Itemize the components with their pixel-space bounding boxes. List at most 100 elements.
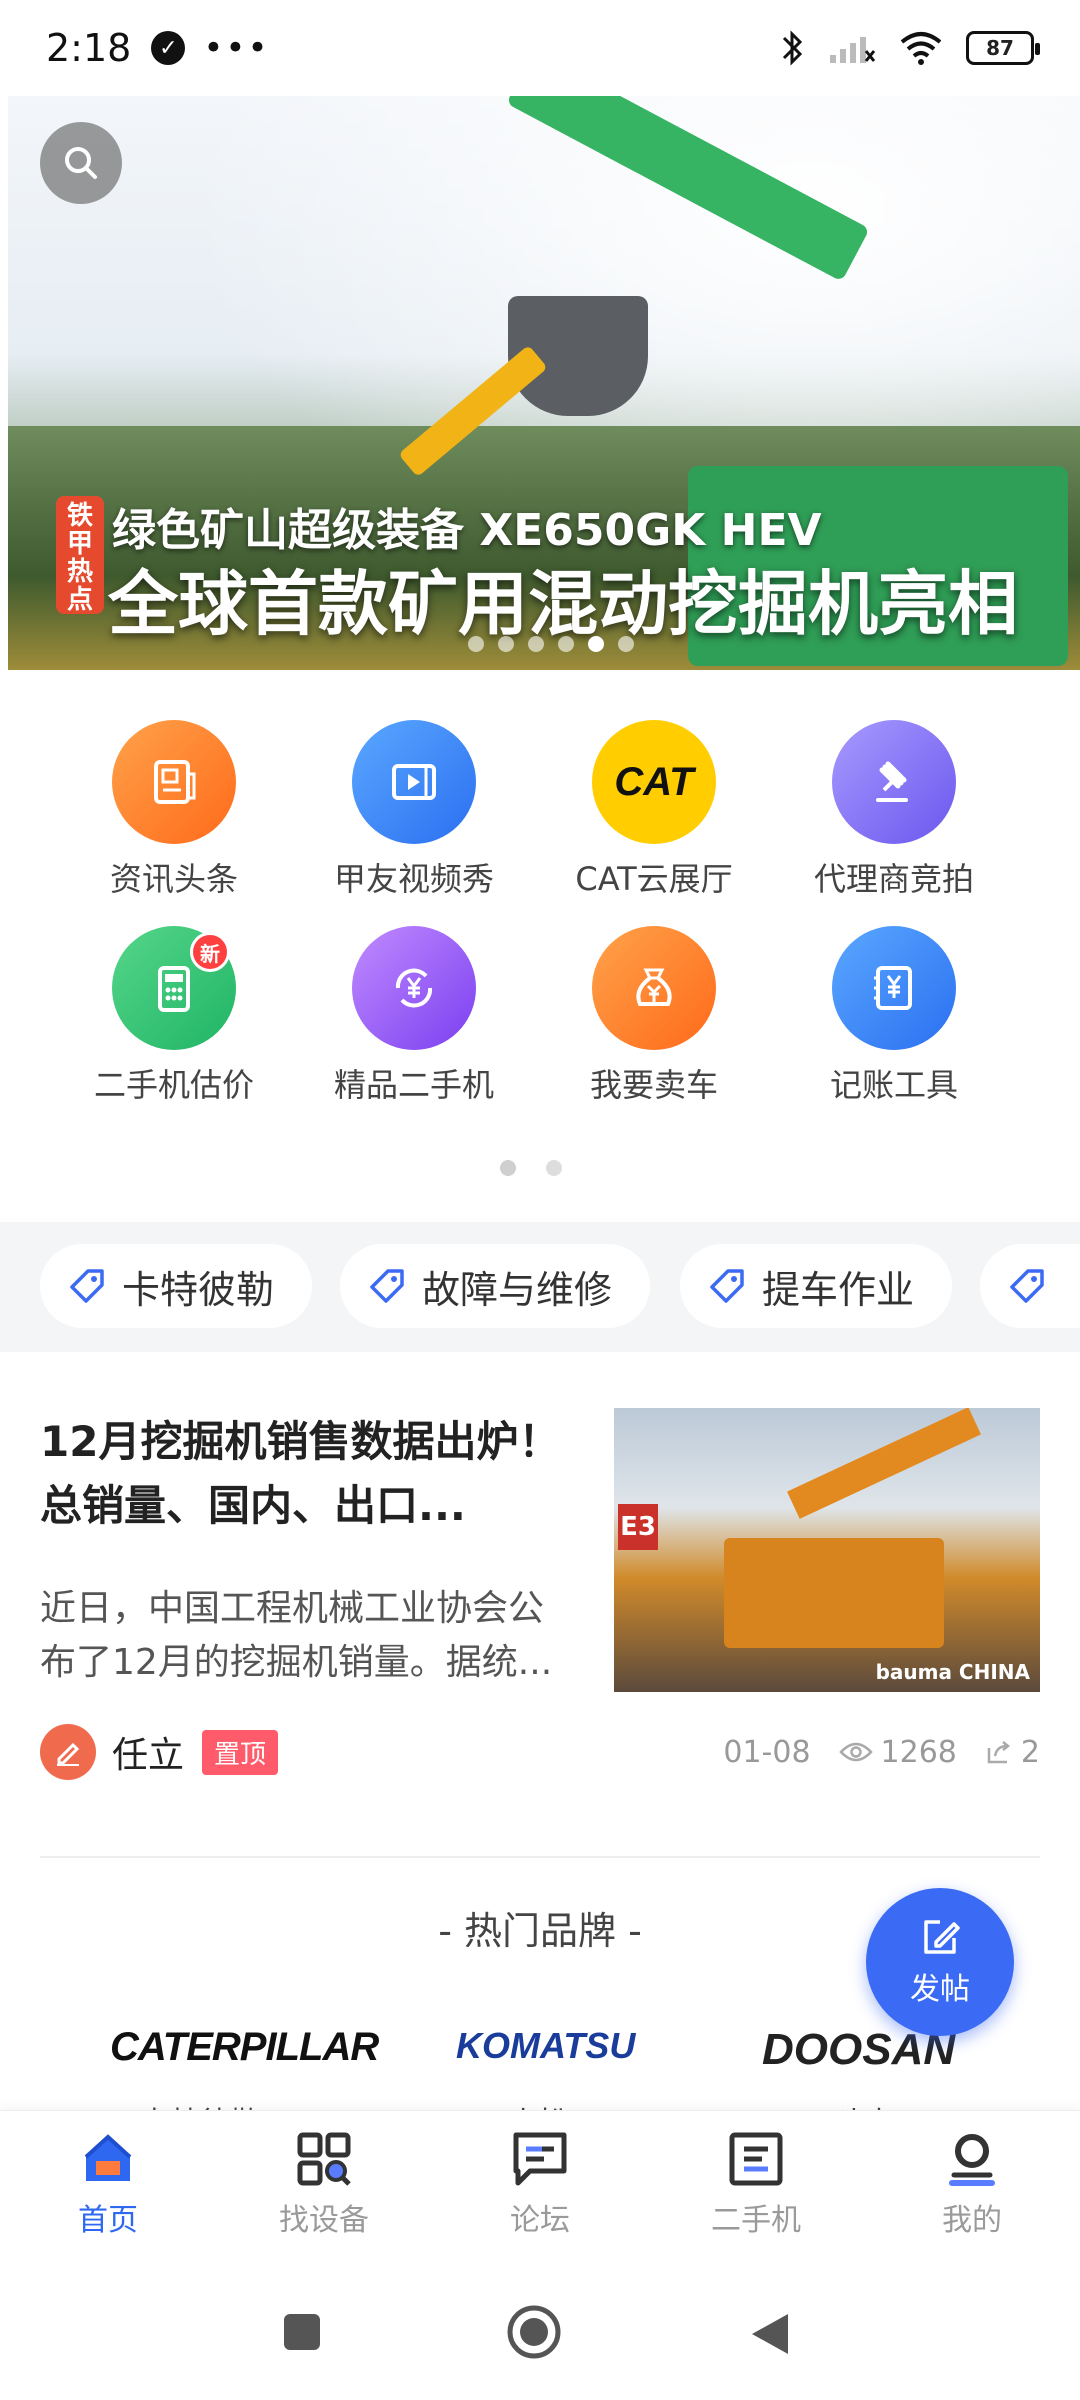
tag-icon (710, 1269, 744, 1303)
hero-banner[interactable]: 铁甲热点 绿色矿山超级装备 XE650GK HEV 全球首款矿用混动挖掘机亮相 (8, 96, 1080, 670)
home-button[interactable] (506, 2304, 562, 2360)
profile-icon (949, 2134, 995, 2186)
tab-home[interactable]: 首页 (0, 2129, 216, 2239)
shortcut-label: 甲友视频秀 (333, 860, 494, 898)
article-stats: 01-08 1268 2 (723, 1735, 1040, 1770)
shortcut-label: 我要卖车 (589, 1066, 718, 1104)
search-button[interactable] (40, 122, 122, 204)
forum-icon (513, 2132, 567, 2186)
shortcut-used-valuation[interactable]: 新 二手机估价 (54, 926, 294, 1106)
tag-chip[interactable]: 提车作业 (680, 1244, 953, 1328)
bottom-tab-bar: 首页 找设备 论坛 二手机 我的 (0, 2110, 1080, 2266)
tag-icon (70, 1269, 104, 1303)
shortcut-label: 记账工具 (829, 1066, 958, 1104)
verified-check-icon: ✓ (151, 31, 186, 65)
shortcut-dealer-auction[interactable]: 代理商竞拍 (774, 720, 1014, 900)
system-navigation-bar (0, 2266, 1080, 2400)
shortcut-video[interactable]: 甲友视频秀 (294, 720, 534, 900)
calculator-icon: 新 (112, 926, 236, 1050)
banner-tag-badge: 铁甲热点 (56, 496, 104, 614)
shares-stat[interactable]: 2 (985, 1735, 1040, 1770)
cat-logo-icon: CAT (592, 720, 716, 844)
shortcut-label: CAT云展厅 (575, 860, 733, 898)
more-dots-icon: ••• (203, 28, 270, 68)
article-meta: 任立 置顶 01-08 1268 2 (40, 1722, 1040, 1782)
tab-used-machines[interactable]: 二手机 (648, 2129, 864, 2239)
thumb-crane (787, 1408, 981, 1519)
tag-label: 卡特彼勒 (122, 1267, 275, 1312)
shortcut-label: 资讯头条 (109, 860, 238, 898)
tag-label: 提车作业 (762, 1267, 915, 1312)
find-equipment-icon (297, 2132, 351, 2186)
tab-forum[interactable]: 论坛 (432, 2129, 648, 2239)
article-thumbnail: E3 bauma CHINA (614, 1408, 1040, 1692)
status-bar: 2:18 ✓ ••• 87 (0, 0, 1080, 96)
tag-chip[interactable]: 故障与维修 (340, 1244, 651, 1328)
tag-chip[interactable] (980, 1244, 1080, 1328)
brand-logo-caterpillar[interactable]: CATERPILLAR (110, 2025, 379, 2070)
author-avatar[interactable] (40, 1724, 96, 1780)
recents-button[interactable] (280, 2310, 324, 2354)
author-name[interactable]: 任立 (112, 1726, 184, 1778)
banner-title: 全球首款矿用混动挖掘机亮相 (108, 563, 1018, 645)
shortcut-cat-showroom[interactable]: CAT CAT云展厅 (534, 720, 774, 900)
new-post-label: 发帖 (910, 1972, 970, 2007)
tag-label: 故障与维修 (422, 1267, 613, 1312)
banner-dot (468, 636, 484, 652)
tab-find-equipment[interactable]: 找设备 (216, 2129, 432, 2239)
banner-dot-active (588, 636, 604, 652)
edit-icon (924, 1920, 960, 1954)
brand-name: 小松 (508, 2098, 568, 2110)
shortcut-news[interactable]: 资讯头条 (54, 720, 294, 900)
bluetooth-icon (782, 30, 803, 66)
tab-label: 二手机 (711, 2203, 801, 2238)
new-post-button[interactable]: 发帖 (866, 1888, 1014, 2036)
brand-name: 斗山 (834, 2098, 894, 2110)
tab-label: 我的 (942, 2203, 1002, 2238)
status-icons: 87 (778, 28, 1040, 68)
status-time: 2:18 (46, 26, 132, 70)
news-icon (112, 720, 236, 844)
ledger-icon (832, 926, 956, 1050)
cat-logo-text: CAT (614, 759, 694, 804)
tag-strip: 卡特彼勒 故障与维修 提车作业 (0, 1222, 1080, 1352)
pinned-badge: 置顶 (202, 1729, 279, 1775)
article-card[interactable]: 12月挖掘机销售数据出炉！总销量、国内、出口... 近日，中国工程机械工业协会公… (40, 1400, 1040, 1860)
money-bag-icon (592, 926, 716, 1050)
article-date: 01-08 (723, 1734, 811, 1770)
tag-icon (370, 1269, 404, 1303)
shortcut-premium-used[interactable]: 精品二手机 (294, 926, 534, 1106)
used-machine-icon (729, 2132, 783, 2186)
share-icon (987, 1741, 1010, 1764)
shortcut-ledger-tool[interactable]: 记账工具 (774, 926, 1014, 1106)
pen-icon (57, 1742, 80, 1766)
page-dot-active (500, 1160, 516, 1176)
eye-icon (838, 1742, 873, 1762)
thumb-hall-sign: E3 (618, 1504, 658, 1550)
thumb-machine (724, 1538, 944, 1648)
back-button[interactable] (748, 2310, 792, 2358)
banner-dot (618, 636, 634, 652)
banner-pagination (468, 636, 634, 652)
shortcut-sell-car[interactable]: 我要卖车 (534, 926, 774, 1106)
shortcut-label: 精品二手机 (333, 1066, 494, 1104)
shortcut-label: 代理商竞拍 (813, 860, 974, 898)
tab-label: 首页 (78, 2203, 138, 2238)
page-dot (546, 1160, 562, 1176)
thumb-watermark: bauma CHINA (875, 1660, 1030, 1684)
banner-dot (498, 636, 514, 652)
shortcut-pagination (500, 1160, 562, 1176)
tag-chip[interactable]: 卡特彼勒 (40, 1244, 313, 1328)
new-badge: 新 (190, 932, 230, 972)
video-icon (352, 720, 476, 844)
tab-profile[interactable]: 我的 (864, 2129, 1080, 2239)
article-title: 12月挖掘机销售数据出炉！总销量、国内、出口... (40, 1417, 561, 1530)
shortcut-label: 二手机估价 (93, 1066, 254, 1104)
views-stat: 1268 (838, 1735, 957, 1770)
banner-dot (528, 636, 544, 652)
battery-level: 87 (986, 36, 1014, 60)
banner-dot (558, 636, 574, 652)
brand-logo-komatsu[interactable]: KOMATSU (456, 2025, 635, 2067)
wifi-icon (900, 32, 942, 65)
tab-label: 找设备 (279, 2203, 369, 2238)
